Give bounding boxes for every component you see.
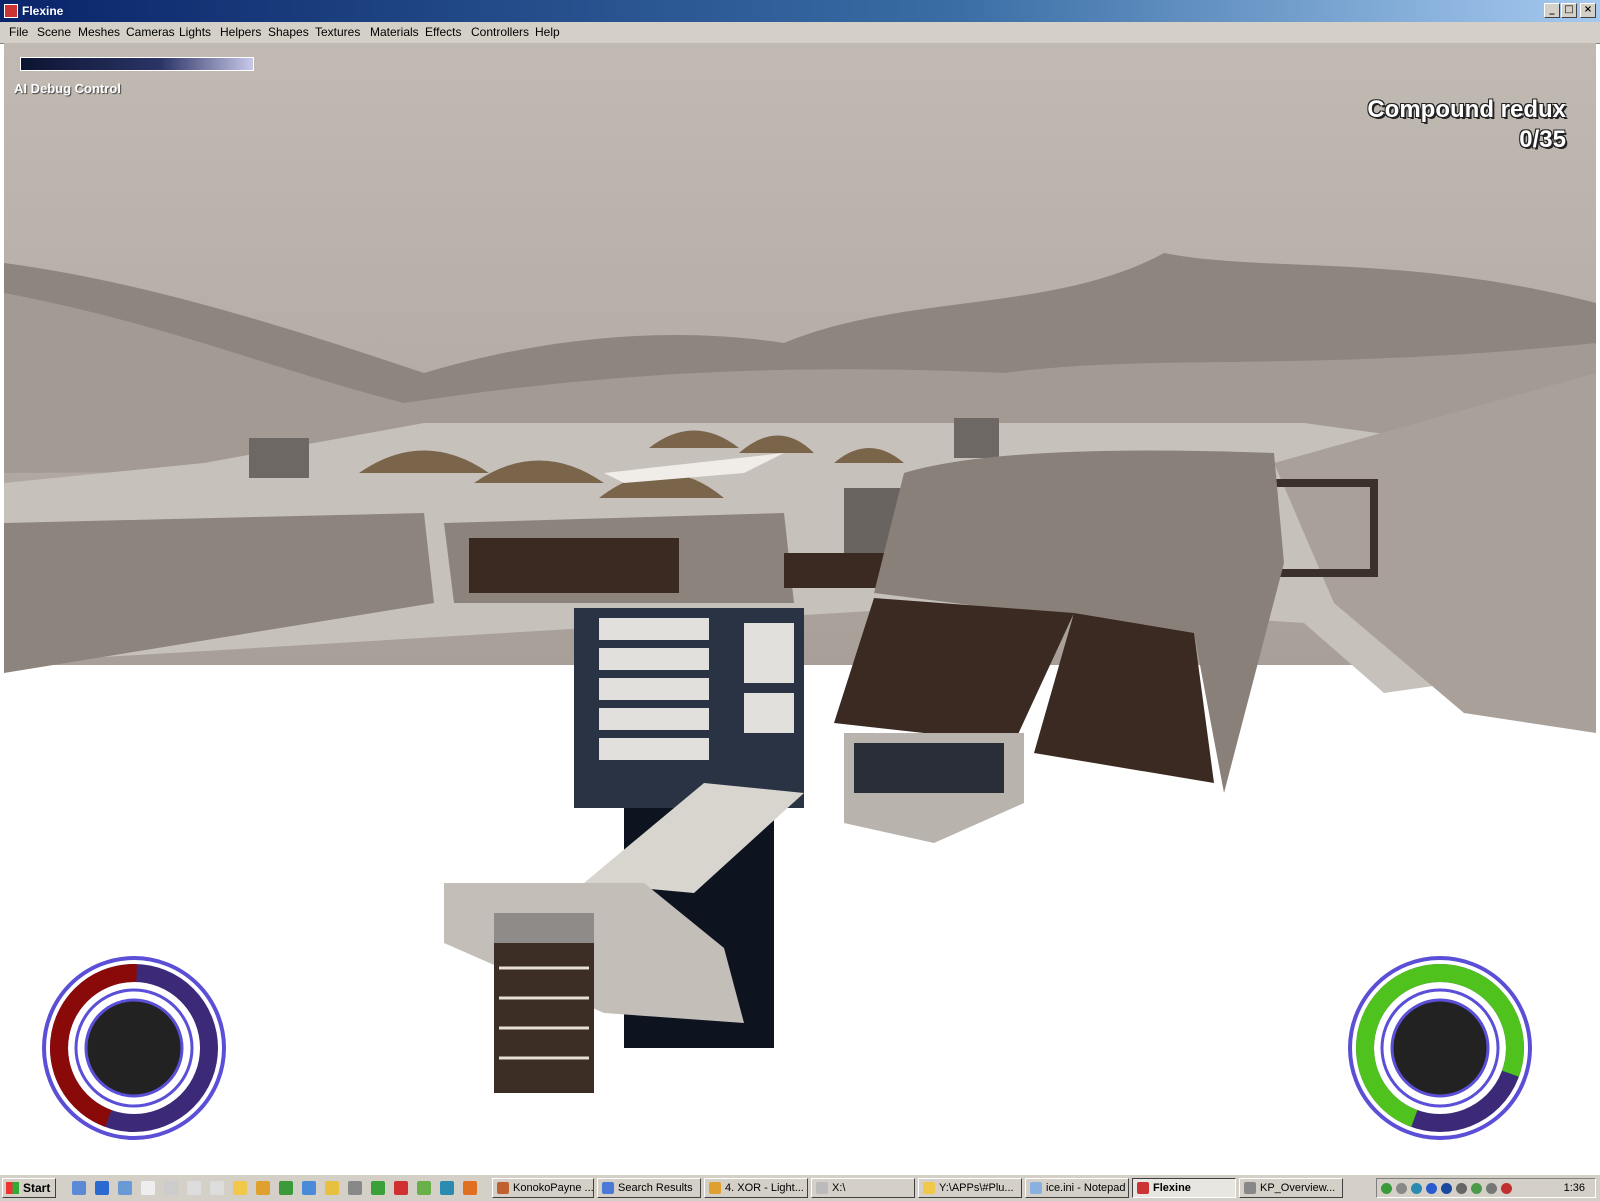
ai-debug-label: AI Debug Control — [14, 81, 121, 96]
menu-textures[interactable]: Textures — [315, 25, 360, 39]
menu-file[interactable]: File — [9, 25, 28, 39]
clock[interactable]: 1:36 — [1564, 1182, 1585, 1194]
taskbar: Start KonokoPayne ... Search Results 4. … — [0, 1174, 1600, 1201]
menu-controllers[interactable]: Controllers — [471, 25, 529, 39]
window-icon[interactable] — [187, 1181, 201, 1195]
volume-icon[interactable] — [1396, 1183, 1407, 1194]
window-icon-2[interactable] — [210, 1181, 224, 1195]
search-icon[interactable] — [302, 1181, 316, 1195]
task-y-apps[interactable]: Y:\APPs\#Plu... — [918, 1178, 1022, 1198]
level-name: Compound redux — [1367, 96, 1566, 123]
system-tray: 1:36 — [1376, 1178, 1596, 1198]
tray-icon-4[interactable] — [1456, 1183, 1467, 1194]
notepad-icon — [1030, 1182, 1042, 1194]
level-title: Compound redux 0/35 — [1367, 95, 1566, 155]
desktop-icon[interactable] — [118, 1181, 132, 1195]
title-bar[interactable]: Flexine _ □ × — [0, 0, 1600, 22]
tray-icon-2[interactable] — [1426, 1183, 1437, 1194]
folder-icon — [923, 1182, 935, 1194]
flexine-window: Flexine _ □ × File Scene Meshes Cameras … — [0, 0, 1600, 1201]
tool-icon[interactable] — [371, 1181, 385, 1195]
minimize-icon[interactable]: _ — [1544, 3, 1560, 18]
3d-viewport[interactable]: AI Debug Control Compound redux 0/35 — [4, 43, 1596, 1174]
tray-icon-5[interactable] — [1471, 1183, 1482, 1194]
start-button[interactable]: Start — [2, 1178, 56, 1198]
music-icon[interactable] — [348, 1181, 362, 1195]
task-kp-overview[interactable]: KP_Overview... — [1239, 1178, 1343, 1198]
windows-icon — [6, 1182, 19, 1194]
search-icon — [602, 1182, 614, 1194]
menu-cameras[interactable]: Cameras — [126, 25, 175, 39]
menu-effects[interactable]: Effects — [425, 25, 461, 39]
close-icon[interactable]: × — [1580, 3, 1596, 18]
terminal-icon[interactable] — [440, 1181, 454, 1195]
window-title: Flexine — [22, 4, 64, 18]
app-icon — [4, 4, 18, 18]
menu-bar: File Scene Meshes Cameras Lights Helpers… — [0, 22, 1600, 44]
tray-icon-7[interactable] — [1501, 1183, 1512, 1194]
menu-help[interactable]: Help — [535, 25, 560, 39]
task-search-results[interactable]: Search Results — [597, 1178, 701, 1198]
health-gauge-right — [1348, 956, 1532, 1140]
task-konokopayne[interactable]: KonokoPayne ... — [492, 1178, 594, 1198]
menu-lights[interactable]: Lights — [179, 25, 211, 39]
pencil-icon[interactable] — [256, 1181, 270, 1195]
task-flexine[interactable]: Flexine — [1132, 1178, 1236, 1198]
menu-shapes[interactable]: Shapes — [268, 25, 309, 39]
task-x-drive[interactable]: X:\ — [811, 1178, 915, 1198]
task-icon — [497, 1182, 509, 1194]
task-xor-light[interactable]: 4. XOR - Light... — [704, 1178, 808, 1198]
tray-icon[interactable] — [1381, 1183, 1392, 1194]
drive-icon — [816, 1182, 828, 1194]
browser-icon[interactable] — [95, 1181, 109, 1195]
enemy-counter: 0/35 — [1519, 126, 1566, 153]
check-icon[interactable] — [417, 1181, 431, 1195]
menu-materials[interactable]: Materials — [370, 25, 419, 39]
app-icon — [1137, 1182, 1149, 1194]
record-icon[interactable] — [394, 1181, 408, 1195]
task-icon — [709, 1182, 721, 1194]
clock-icon[interactable] — [325, 1181, 339, 1195]
network-icon[interactable] — [1411, 1183, 1422, 1194]
task-ice-ini[interactable]: ice.ini - Notepad — [1025, 1178, 1129, 1198]
menu-scene[interactable]: Scene — [37, 25, 71, 39]
document-icon[interactable] — [141, 1181, 155, 1195]
firefox-icon[interactable] — [463, 1181, 477, 1195]
tray-icon-6[interactable] — [1486, 1183, 1497, 1194]
tray-icon-3[interactable] — [1441, 1183, 1452, 1194]
menu-meshes[interactable]: Meshes — [78, 25, 120, 39]
notepad-icon[interactable] — [164, 1181, 178, 1195]
quicklaunch-icon[interactable] — [72, 1181, 86, 1195]
health-gauge-left — [42, 956, 226, 1140]
media-icon[interactable] — [279, 1181, 293, 1195]
menu-helpers[interactable]: Helpers — [220, 25, 261, 39]
debug-progress-bar — [20, 57, 254, 71]
maximize-icon[interactable]: □ — [1561, 3, 1577, 18]
task-icon — [1244, 1182, 1256, 1194]
folder-icon[interactable] — [233, 1181, 247, 1195]
